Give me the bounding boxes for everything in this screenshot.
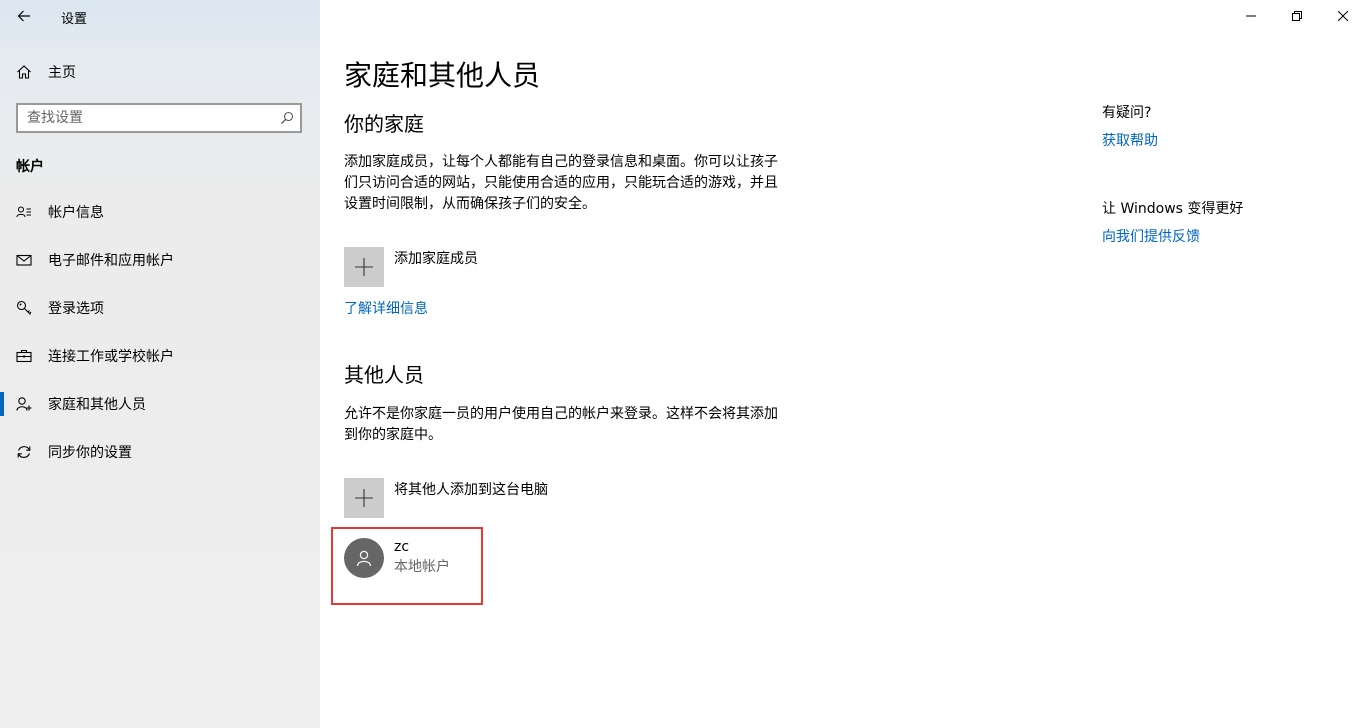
section-header-accounts: 帐户 xyxy=(16,159,44,175)
sidebar-item-label: 同步你的设置 xyxy=(48,445,132,461)
sidebar-item-label: 连接工作或学校帐户 xyxy=(48,349,174,365)
window-controls xyxy=(1228,0,1366,32)
person-add-icon xyxy=(0,384,48,424)
add-family-member-button[interactable]: 添加家庭成员 xyxy=(344,247,478,287)
add-family-member-label: 添加家庭成员 xyxy=(394,251,478,267)
restore-button[interactable] xyxy=(1274,0,1320,32)
mail-icon xyxy=(0,240,48,280)
settings-window: 设置 主页 帐户 xyxy=(0,0,1366,728)
give-feedback-link[interactable]: 向我们提供反馈 xyxy=(1102,226,1200,246)
sidebar-item-account-info[interactable]: 帐户信息 xyxy=(0,188,320,236)
user-text: zc 本地帐户 xyxy=(394,538,450,577)
add-other-user-button[interactable]: 将其他人添加到这台电脑 xyxy=(344,478,548,518)
get-help-link[interactable]: 获取帮助 xyxy=(1102,130,1158,150)
add-tile xyxy=(344,247,384,287)
add-tile xyxy=(344,478,384,518)
key-icon xyxy=(0,288,48,328)
sync-icon xyxy=(0,432,48,472)
briefcase-icon xyxy=(0,336,48,376)
close-icon xyxy=(1338,11,1348,21)
sidebar-item-work-school[interactable]: 连接工作或学校帐户 xyxy=(0,332,320,380)
user-entry-zc[interactable]: zc 本地帐户 xyxy=(344,538,450,578)
app-title: 设置 xyxy=(61,12,88,27)
sidebar-item-label: 主页 xyxy=(48,65,76,81)
family-description: 添加家庭成员，让每个人都能有自己的登录信息和桌面。你可以让孩子们只访问合适的网站… xyxy=(344,154,778,212)
others-description: 允许不是你家庭一员的用户使用自己的帐户来登录。这样不会将其添加到你的家庭中。 xyxy=(344,406,778,443)
learn-more-link[interactable]: 了解详细信息 xyxy=(344,298,428,318)
sidebar-item-email-accounts[interactable]: 电子邮件和应用帐户 xyxy=(0,236,320,284)
user-name: zc xyxy=(394,539,410,555)
minimize-icon xyxy=(1246,15,1256,17)
main-content: 家庭和其他人员 你的家庭 添加家庭成员，让每个人都能有自己的登录信息和桌面。你可… xyxy=(344,0,1064,728)
sidebar: 设置 主页 帐户 xyxy=(0,0,320,728)
minimize-button[interactable] xyxy=(1228,0,1274,32)
user-account-type: 本地帐户 xyxy=(394,559,450,575)
sidebar-item-label: 登录选项 xyxy=(48,301,104,317)
sidebar-item-sync[interactable]: 同步你的设置 xyxy=(0,428,320,476)
search-input[interactable] xyxy=(18,105,274,131)
page-title: 家庭和其他人员 xyxy=(344,59,541,92)
titlebar-left: 设置 xyxy=(0,0,320,32)
sidebar-item-label: 电子邮件和应用帐户 xyxy=(48,253,174,269)
person-icon xyxy=(356,550,372,567)
others-heading: 其他人员 xyxy=(344,363,424,387)
sidebar-item-label: 家庭和其他人员 xyxy=(48,397,146,413)
sidebar-item-family-others[interactable]: 家庭和其他人员 xyxy=(0,380,320,428)
avatar xyxy=(344,538,384,578)
close-button[interactable] xyxy=(1320,0,1366,32)
plus-icon xyxy=(355,489,373,507)
family-heading: 你的家庭 xyxy=(344,112,424,136)
search-icon[interactable] xyxy=(274,105,300,131)
search-box[interactable] xyxy=(16,103,302,133)
restore-icon xyxy=(1292,11,1302,21)
account-info-icon xyxy=(0,192,48,232)
feedback-heading: 让 Windows 变得更好 xyxy=(1102,201,1244,217)
back-button[interactable] xyxy=(0,0,48,32)
sidebar-item-sign-in-options[interactable]: 登录选项 xyxy=(0,284,320,332)
home-icon xyxy=(0,52,48,92)
plus-icon xyxy=(355,258,373,276)
sidebar-item-label: 帐户信息 xyxy=(48,205,104,221)
add-other-user-label: 将其他人添加到这台电脑 xyxy=(394,482,548,498)
back-arrow-icon xyxy=(17,10,30,22)
sidebar-nav: 帐户信息 电子邮件和应用帐户 登录选项 连接工作或学校帐户 家庭和其他人员 同步… xyxy=(0,188,320,476)
sidebar-item-home[interactable]: 主页 xyxy=(0,52,320,92)
question-heading: 有疑问? xyxy=(1102,105,1152,121)
